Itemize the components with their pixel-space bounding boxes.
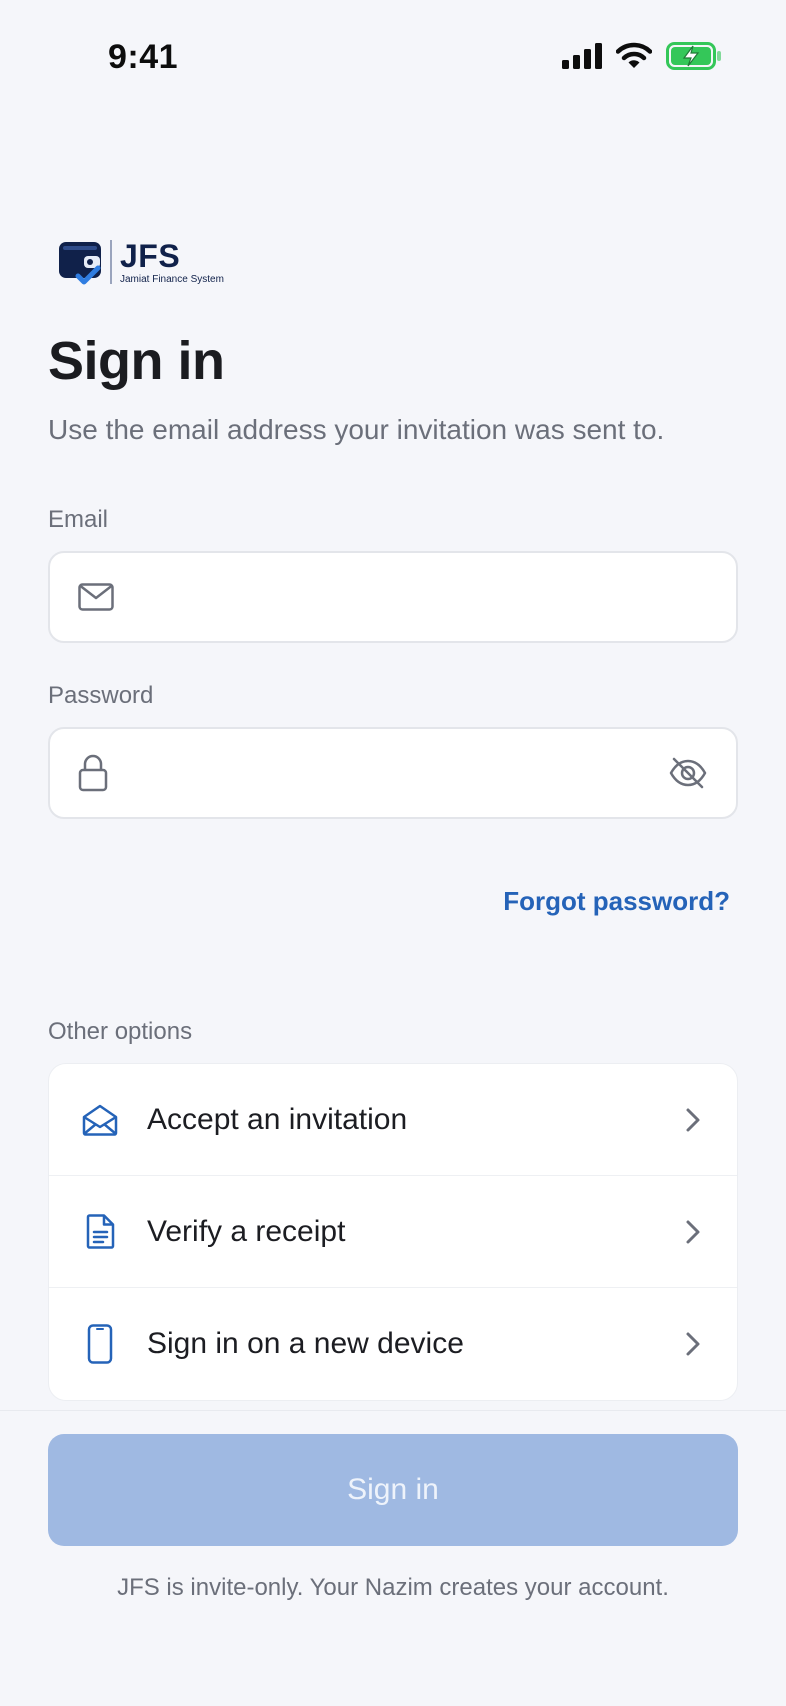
status-time: 9:41	[108, 38, 179, 76]
wallet-check-icon	[59, 242, 101, 285]
smartphone-icon	[87, 1324, 113, 1364]
chevron-right-icon	[686, 1332, 700, 1356]
brand-subtitle: Jamiat Finance System	[120, 273, 224, 285]
email-label: Email	[48, 506, 109, 533]
wifi-icon	[616, 42, 652, 68]
chevron-right-icon	[686, 1108, 700, 1131]
lock-icon	[78, 754, 108, 792]
email-field-container[interactable]	[48, 551, 738, 643]
password-label: Password	[48, 682, 154, 709]
status-icons	[562, 42, 722, 70]
other-options-list: Accept an invitation Verify a receipt Si…	[48, 1063, 738, 1401]
invite-only-note: JFS is invite-only. Your Nazim creates y…	[117, 1574, 669, 1601]
page-title: Sign in	[48, 331, 225, 391]
envelope-open-icon	[82, 1104, 118, 1136]
password-field-container[interactable]	[48, 727, 738, 819]
document-icon	[86, 1213, 115, 1249]
eye-off-icon	[669, 757, 707, 789]
battery-charging-icon	[666, 42, 721, 70]
password-visibility-toggle[interactable]	[668, 757, 708, 789]
page-subtitle: Use the email address your invitation wa…	[48, 414, 665, 445]
mail-icon	[78, 583, 114, 611]
other-options-label: Other options	[48, 1018, 193, 1045]
password-input[interactable]	[130, 756, 668, 790]
logo-divider	[110, 240, 112, 284]
email-input[interactable]	[136, 580, 708, 614]
option-label: Accept an invitation	[147, 1102, 408, 1136]
forgot-password-link[interactable]: Forgot password?	[503, 886, 730, 917]
sign-in-button[interactable]: Sign in	[48, 1434, 738, 1546]
option-label: Sign in on a new device	[147, 1327, 464, 1360]
option-label: Verify a receipt	[147, 1214, 346, 1248]
brand-logo: JFS Jamiat Finance System	[58, 238, 224, 286]
verify-receipt-option[interactable]: Verify a receipt	[49, 1176, 737, 1288]
new-device-option[interactable]: Sign in on a new device	[49, 1288, 737, 1400]
status-bar: 9:41	[0, 0, 786, 120]
accept-invitation-option[interactable]: Accept an invitation	[49, 1064, 737, 1176]
chevron-right-icon	[686, 1220, 700, 1243]
logo-text: JFS Jamiat Finance System	[120, 240, 224, 285]
brand-title: JFS	[120, 237, 181, 274]
cellular-signal-icon	[562, 43, 602, 69]
